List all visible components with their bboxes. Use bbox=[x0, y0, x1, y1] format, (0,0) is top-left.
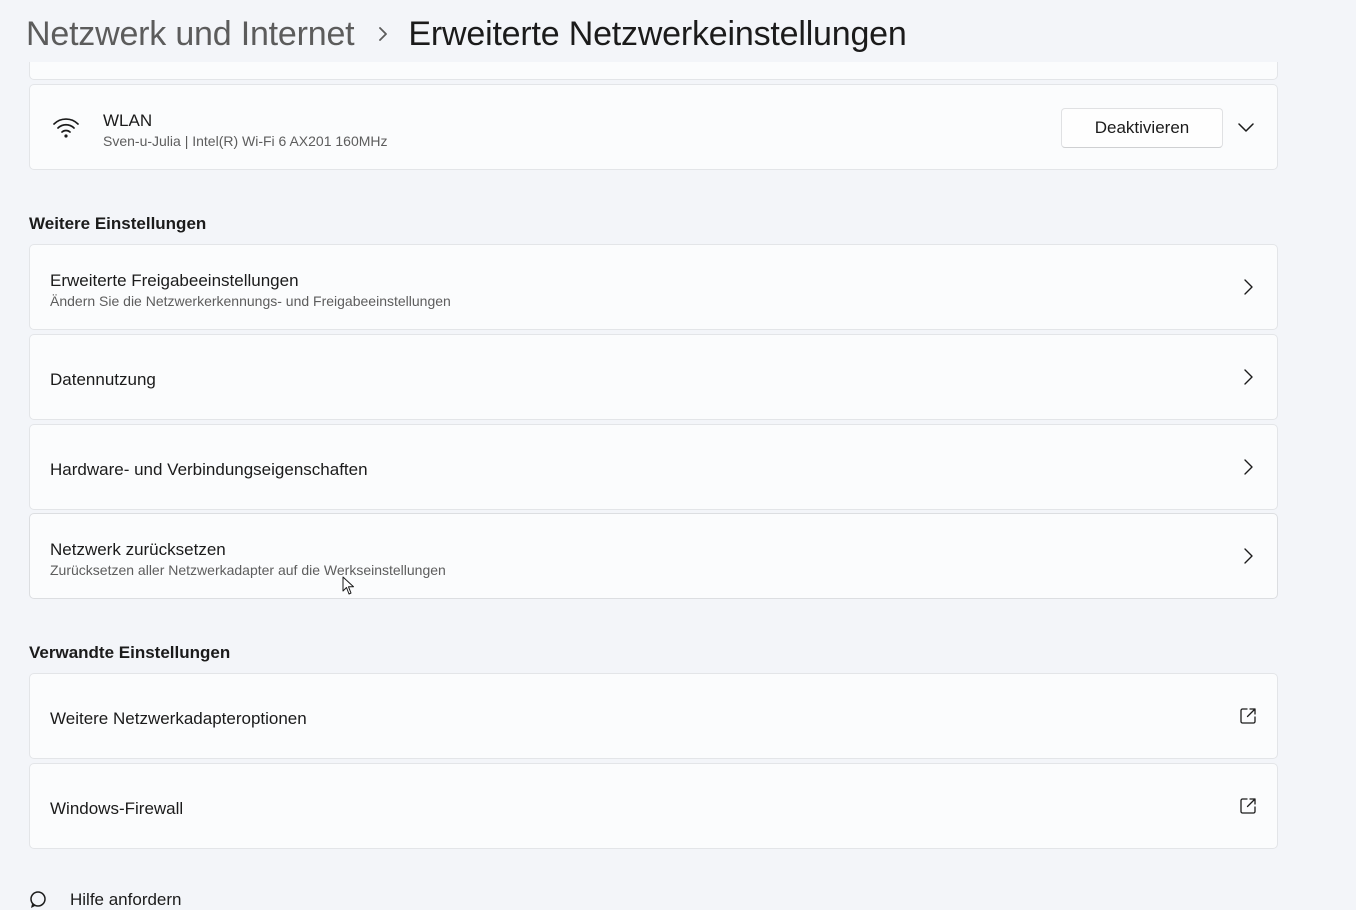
page-title: Erweiterte Netzwerkeinstellungen bbox=[408, 14, 907, 53]
adapter-description: Sven-u-Julia | Intel(R) Wi-Fi 6 AX201 16… bbox=[103, 133, 388, 149]
chevron-right-icon bbox=[1244, 369, 1253, 385]
chevron-right-icon bbox=[1244, 459, 1253, 475]
external-link-icon bbox=[1240, 708, 1256, 724]
external-link-icon bbox=[1240, 798, 1256, 814]
row-title: Weitere Netzwerkadapteroptionen bbox=[50, 709, 307, 728]
row-subtitle: Ändern Sie die Netzwerkerkennungs- und F… bbox=[50, 293, 451, 309]
adapter-name: WLAN bbox=[103, 111, 153, 130]
row-title: Windows-Firewall bbox=[50, 799, 184, 818]
section-heading-related-settings: Verwandte Einstellungen bbox=[29, 643, 231, 662]
deactivate-button[interactable]: Deaktivieren bbox=[1061, 108, 1223, 148]
breadcrumb: Netzwerk und Internet Erweiterte Netzwer… bbox=[26, 12, 907, 56]
settings-row-windows-firewall[interactable]: Windows-Firewall bbox=[29, 763, 1278, 849]
row-title: Datennutzung bbox=[50, 370, 156, 389]
settings-row-data-usage[interactable]: Datennutzung bbox=[29, 334, 1278, 420]
help-link[interactable]: Hilfe anfordern bbox=[28, 890, 182, 910]
mouse-cursor-icon bbox=[342, 576, 354, 595]
row-title: Hardware- und Verbindungseigenschaften bbox=[50, 460, 368, 479]
row-title: Netzwerk zurücksetzen bbox=[50, 540, 226, 559]
adapter-card-wlan[interactable]: WLAN Sven-u-Julia | Intel(R) Wi-Fi 6 AX2… bbox=[29, 84, 1278, 170]
section-heading-more-settings: Weitere Einstellungen bbox=[29, 214, 207, 233]
breadcrumb-parent-link[interactable]: Netzwerk und Internet bbox=[26, 15, 355, 54]
row-title: Erweiterte Freigabeeinstellungen bbox=[50, 271, 299, 290]
settings-row-sharing[interactable]: Erweiterte Freigabeeinstellungen Ändern … bbox=[29, 244, 1278, 330]
previous-card-edge bbox=[29, 62, 1278, 80]
help-icon bbox=[30, 891, 46, 908]
breadcrumb-separator-icon bbox=[376, 25, 390, 43]
chevron-down-icon[interactable] bbox=[1237, 119, 1255, 135]
chevron-right-icon bbox=[1244, 279, 1253, 295]
settings-row-network-reset[interactable]: Netzwerk zurücksetzen Zurücksetzen aller… bbox=[29, 513, 1278, 599]
help-label: Hilfe anfordern bbox=[70, 890, 182, 909]
settings-row-hardware-properties[interactable]: Hardware- und Verbindungseigenschaften bbox=[29, 424, 1278, 510]
settings-row-adapter-options[interactable]: Weitere Netzwerkadapteroptionen bbox=[29, 673, 1278, 759]
chevron-right-icon bbox=[1244, 548, 1253, 564]
row-subtitle: Zurücksetzen aller Netzwerkadapter auf d… bbox=[50, 562, 446, 578]
wifi-icon bbox=[53, 118, 79, 138]
